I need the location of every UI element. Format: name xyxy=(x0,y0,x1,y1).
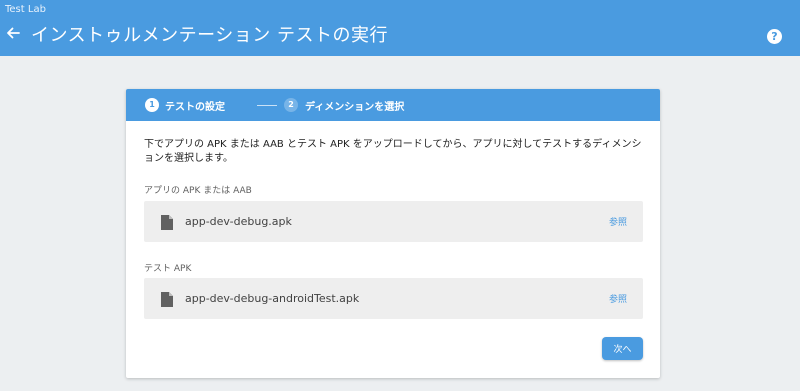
test-apk-file-name: app-dev-debug-androidTest.apk xyxy=(185,292,360,305)
help-icon[interactable]: ? xyxy=(767,29,782,44)
next-button[interactable]: 次へ xyxy=(602,337,643,360)
step-2-label: ディメンションを選択 xyxy=(305,102,405,113)
file-icon xyxy=(161,215,173,230)
test-apk-browse-button[interactable]: 参照 xyxy=(609,292,627,305)
app-bar: Test Lab インストゥルメンテーション テストの実行 ? xyxy=(0,0,800,56)
test-apk-label: テスト APK xyxy=(144,264,192,274)
step-connector xyxy=(257,105,277,106)
step-1-number: 1 xyxy=(145,98,159,112)
arrow-left-icon[interactable] xyxy=(4,24,22,42)
page-title: インストゥルメンテーション テストの実行 xyxy=(31,25,388,46)
app-name: Test Lab xyxy=(5,4,46,15)
form-description: 下でアプリの APK または AAB とテスト APK をアップロードしてから、… xyxy=(144,139,642,164)
app-apk-label: アプリの APK または AAB xyxy=(144,186,252,196)
app-apk-upload-row[interactable]: app-dev-debug.apk 参照 xyxy=(144,201,643,242)
step-2-number: 2 xyxy=(284,98,298,112)
app-apk-browse-button[interactable]: 参照 xyxy=(609,215,627,228)
setup-card: 1 テストの設定 2 ディメンションを選択 下でアプリの APK または AAB… xyxy=(126,89,660,378)
test-apk-upload-row[interactable]: app-dev-debug-androidTest.apk 参照 xyxy=(144,278,643,319)
stepper: 1 テストの設定 2 ディメンションを選択 xyxy=(126,89,660,121)
step-1-label: テストの設定 xyxy=(165,102,225,113)
app-apk-file-name: app-dev-debug.apk xyxy=(185,215,292,228)
file-icon xyxy=(161,292,173,307)
